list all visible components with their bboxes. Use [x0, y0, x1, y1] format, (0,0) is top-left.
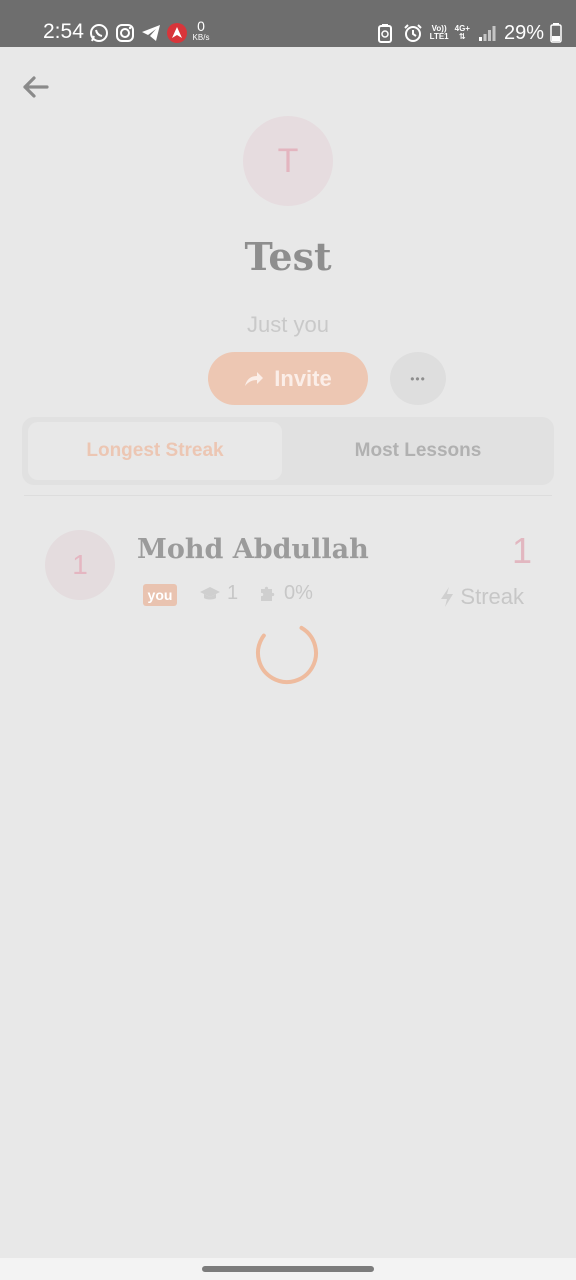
recycle-icon — [374, 22, 396, 44]
streak-label: Streak — [440, 584, 524, 610]
back-button[interactable] — [18, 70, 52, 104]
graduation-cap-icon — [200, 586, 220, 599]
status-bar: 2:54 0 KB/s Vo)) LTE1 4G+ ⇅ 29% — [0, 0, 576, 47]
puzzle-icon — [261, 586, 275, 601]
app-red-icon — [166, 22, 188, 44]
network-type: 4G+ ⇅ — [454, 24, 470, 41]
leaderboard-row[interactable]: 1 Mohd Abdullah you 1 0% 1 Streak — [0, 520, 576, 620]
group-avatar-initial: T — [277, 141, 299, 180]
member-name: Mohd Abdullah — [137, 534, 369, 565]
invite-label: Invite — [274, 365, 332, 391]
share-icon — [245, 371, 264, 386]
net-speed: 0 KB/s — [192, 18, 210, 42]
status-time: 2:54 — [43, 20, 84, 43]
tab-most-lessons[interactable]: Most Lessons — [288, 422, 548, 480]
signal-icon — [476, 22, 498, 44]
instagram-icon — [114, 22, 136, 44]
invite-button[interactable]: Invite — [208, 352, 368, 405]
loading-spinner — [256, 622, 318, 684]
tab-longest-streak[interactable]: Longest Streak — [28, 422, 282, 480]
group-avatar: T — [243, 116, 333, 206]
rank-badge: 1 — [45, 530, 115, 600]
alarm-icon — [402, 22, 424, 44]
battery-percent: 29% — [503, 21, 544, 44]
group-subtitle: Just you — [247, 312, 329, 337]
gesture-nav-bar — [0, 1258, 576, 1280]
lessons-stat: 1 — [199, 582, 238, 605]
leaderboard-tabs: Longest Streak Most Lessons — [22, 417, 554, 485]
telegram-icon — [140, 22, 162, 44]
more-options-button[interactable]: ••• — [390, 352, 446, 405]
more-dots-icon: ••• — [410, 371, 426, 386]
group-title: Test — [244, 234, 332, 279]
divider — [24, 495, 552, 496]
progress-stat: 0% — [258, 582, 313, 605]
you-badge: you — [143, 584, 177, 606]
arrow-left-icon — [23, 76, 49, 98]
lessons-count: 1 — [227, 582, 239, 604]
notification-icons — [88, 20, 188, 46]
whatsapp-icon — [88, 22, 110, 44]
battery-icon — [550, 22, 562, 44]
system-icons: Vo)) LTE1 4G+ ⇅ 29% — [374, 20, 562, 46]
member-score: 1 — [511, 530, 532, 571]
volte-indicator: Vo)) LTE1 — [429, 24, 449, 41]
home-indicator[interactable] — [202, 1266, 374, 1272]
progress-percent: 0% — [284, 582, 313, 604]
lightning-icon — [441, 587, 454, 607]
